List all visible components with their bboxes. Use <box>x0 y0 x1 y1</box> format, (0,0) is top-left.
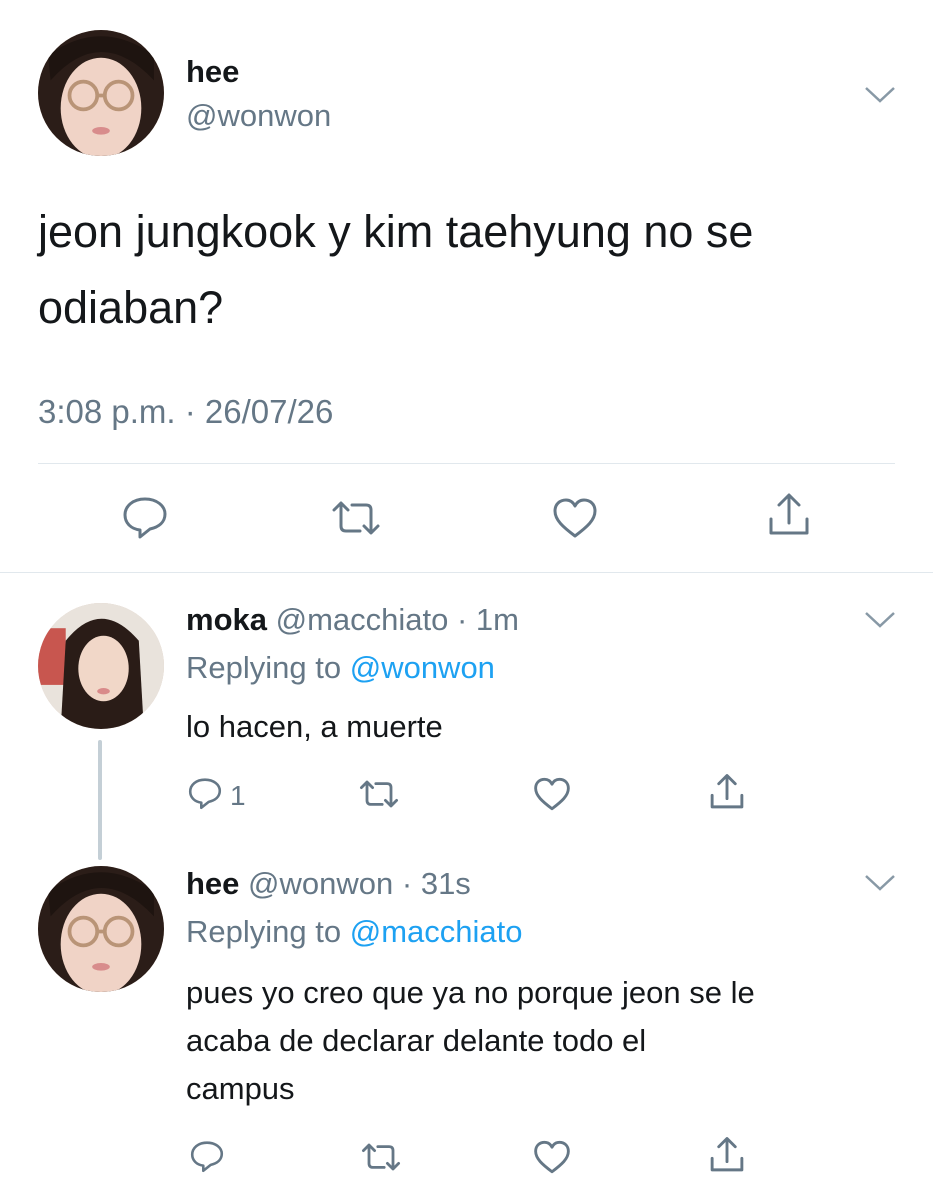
chevron-down-icon[interactable] <box>863 873 897 893</box>
divider <box>38 463 895 464</box>
retweet-icon[interactable] <box>360 1141 402 1173</box>
avatar[interactable] <box>38 866 164 992</box>
tweet-timestamp[interactable]: 3:08 p.m. · 26/07/26 <box>38 393 333 431</box>
divider <box>0 572 933 573</box>
share-icon[interactable] <box>708 1135 746 1175</box>
reply-header: moka @macchiato · 1m <box>186 602 519 638</box>
tweet-text-line2: acaba de declarar delante todo el <box>186 1023 647 1058</box>
replying-to: Replying to @macchiato <box>186 914 522 950</box>
replying-to-link[interactable]: @wonwon <box>350 650 495 685</box>
replying-to-label: Replying to <box>186 914 342 949</box>
replying-to-link[interactable]: @macchiato <box>350 914 523 949</box>
user-handle[interactable]: @macchiato <box>276 602 449 637</box>
replying-to-label: Replying to <box>186 650 342 685</box>
reply-icon[interactable] <box>188 776 222 810</box>
reply-header: hee @wonwon · 31s <box>186 866 471 902</box>
retweet-icon[interactable] <box>358 778 400 810</box>
display-name[interactable]: moka <box>186 602 267 637</box>
tweet-text: jeon jungkook y kim taehyung no se <box>38 206 754 257</box>
tweet-text: pues yo creo que ya no porque jeon se le <box>186 975 755 1010</box>
thread-line <box>98 740 102 860</box>
like-icon[interactable] <box>532 1139 572 1175</box>
chevron-down-icon[interactable] <box>863 85 897 105</box>
user-handle[interactable]: @wonwon <box>248 866 393 901</box>
display-name[interactable]: hee <box>186 866 239 901</box>
chevron-down-icon[interactable] <box>863 610 897 630</box>
tweet-text: lo hacen, a muerte <box>186 709 443 744</box>
reply-icon[interactable] <box>122 495 168 539</box>
reply-icon[interactable] <box>190 1139 224 1173</box>
avatar[interactable] <box>38 603 164 729</box>
reply-time[interactable]: · 31s <box>402 866 471 901</box>
share-icon[interactable] <box>766 491 812 539</box>
reply-count: 1 <box>230 780 246 811</box>
retweet-icon[interactable] <box>330 498 382 538</box>
replying-to: Replying to @wonwon <box>186 650 495 686</box>
user-handle[interactable]: @wonwon <box>186 98 331 134</box>
reply-time[interactable]: · 1m <box>457 602 519 637</box>
avatar[interactable] <box>38 30 164 156</box>
tweet-text-line3: campus <box>186 1071 295 1106</box>
display-name[interactable]: hee <box>186 54 239 90</box>
share-icon[interactable] <box>708 772 746 812</box>
tweet-text-line2: odiaban? <box>38 282 224 333</box>
like-icon[interactable] <box>532 776 572 812</box>
like-icon[interactable] <box>551 496 599 540</box>
